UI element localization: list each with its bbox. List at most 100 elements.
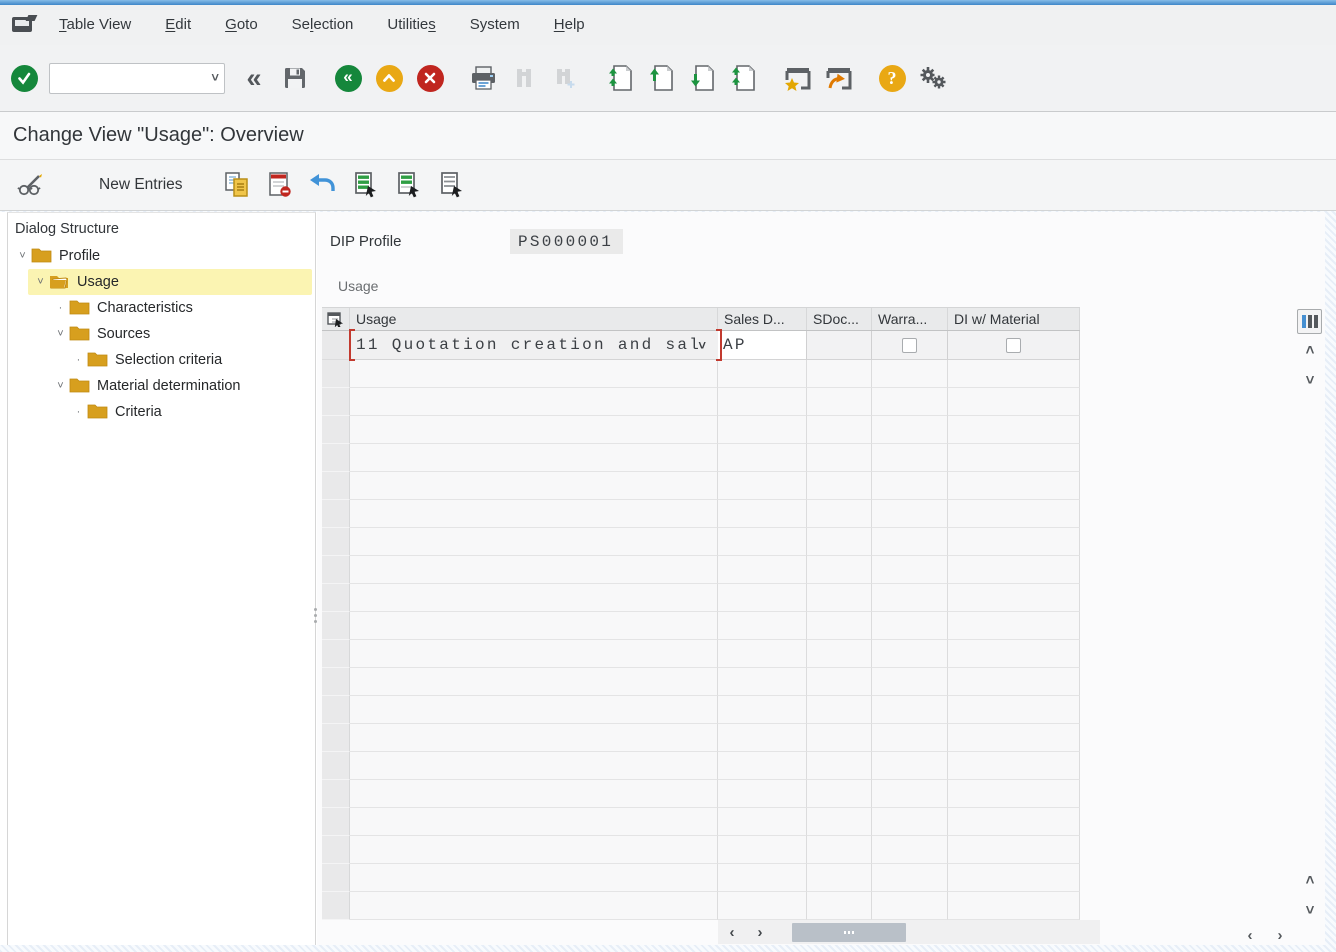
expander-chevron-icon[interactable]: ˅	[52, 380, 69, 392]
row-selector-cell[interactable]	[322, 331, 350, 360]
cancel-icon[interactable]	[414, 62, 446, 94]
tree-item-material-determination[interactable]: ˅Material determination	[8, 373, 315, 399]
menu-item-table-view[interactable]: Table View	[42, 16, 148, 33]
row-selector-cell[interactable]	[322, 388, 350, 416]
customize-icon[interactable]	[917, 62, 949, 94]
row-selector-cell[interactable]	[322, 668, 350, 696]
row-selector-cell[interactable]	[322, 640, 350, 668]
select-block-icon[interactable]	[394, 170, 424, 200]
page-down-icon[interactable]	[686, 62, 718, 94]
empty-cell	[872, 444, 948, 472]
row-selector-cell[interactable]	[322, 528, 350, 556]
col-header-usage[interactable]: Usage	[350, 308, 718, 330]
find-icon[interactable]	[508, 62, 540, 94]
deselect-all-icon[interactable]	[437, 170, 467, 200]
panel-scroll-down-icon[interactable]: ˅	[1299, 899, 1321, 921]
row-selector-cell[interactable]	[322, 808, 350, 836]
new-entries-button[interactable]: New Entries	[99, 176, 183, 194]
expander-chevron-icon[interactable]: ˅	[52, 328, 69, 340]
display-change-icon[interactable]	[16, 170, 46, 200]
empty-cell	[872, 836, 948, 864]
expander-chevron-icon[interactable]: ˅	[14, 250, 31, 262]
panel-scroll-left-icon[interactable]: ‹	[1239, 924, 1261, 946]
row-selector-cell[interactable]	[322, 836, 350, 864]
row-selector-cell[interactable]	[322, 360, 350, 388]
di-w-material-checkbox[interactable]	[1006, 338, 1021, 353]
page-up-icon[interactable]	[645, 62, 677, 94]
row-selector-cell[interactable]	[322, 696, 350, 724]
folder-icon	[69, 324, 97, 345]
menu-item-selection[interactable]: Selection	[275, 16, 371, 33]
scroll-right-icon[interactable]: ›	[746, 924, 774, 941]
empty-cell	[350, 724, 718, 752]
row-selector-cell[interactable]	[322, 612, 350, 640]
empty-cell	[872, 556, 948, 584]
chevron-down-icon[interactable]: ˅	[698, 338, 706, 353]
delete-row-icon[interactable]	[265, 170, 295, 200]
table-scroll-down-icon[interactable]: ˅	[1299, 369, 1321, 391]
exit-icon[interactable]	[373, 62, 405, 94]
copy-entries-icon[interactable]	[222, 170, 252, 200]
usage-dropdown-cell[interactable]: 11 Quotation creation and sal ˅	[350, 331, 718, 360]
back-icon[interactable]: «	[332, 62, 364, 94]
scroll-left-icon[interactable]: ‹	[718, 924, 746, 941]
menu-item-system[interactable]: System	[453, 16, 537, 33]
col-header-sales-d[interactable]: Sales D...	[718, 308, 807, 330]
panel-scroll-up-icon[interactable]: ˄	[1299, 869, 1321, 891]
row-selector-cell[interactable]	[322, 864, 350, 892]
folder-icon	[87, 350, 115, 371]
expander-chevron-icon[interactable]: ˅	[32, 276, 49, 288]
menu-item-edit[interactable]: Edit	[148, 16, 208, 33]
last-page-icon[interactable]	[727, 62, 759, 94]
new-session-icon[interactable]	[782, 62, 814, 94]
row-selector-cell[interactable]	[322, 472, 350, 500]
find-next-icon[interactable]	[549, 62, 581, 94]
row-selector-cell[interactable]	[322, 416, 350, 444]
tree-item-sources[interactable]: ˅Sources	[8, 321, 315, 347]
empty-cell	[872, 864, 948, 892]
first-page-icon[interactable]	[604, 62, 636, 94]
select-all-rows-icon[interactable]	[322, 308, 350, 330]
tree-item-profile[interactable]: ˅Profile	[8, 243, 315, 269]
table-scroll-up-icon[interactable]: ˄	[1299, 339, 1321, 361]
tree-item-criteria[interactable]: ·Criteria	[8, 399, 315, 425]
table-configuration-icon[interactable]	[1297, 309, 1322, 334]
menu-item-utilities[interactable]: Utilities	[370, 16, 452, 33]
row-selector-cell[interactable]	[322, 724, 350, 752]
panel-scroll-right-icon[interactable]: ›	[1269, 924, 1291, 946]
empty-cell	[948, 668, 1080, 696]
row-selector-cell[interactable]	[322, 444, 350, 472]
collapse-icon[interactable]: «	[238, 62, 270, 94]
col-header-di-w-material[interactable]: DI w/ Material	[948, 308, 1080, 330]
warranty-checkbox[interactable]	[902, 338, 917, 353]
col-header-sdoc[interactable]: SDoc...	[807, 308, 872, 330]
create-shortcut-icon[interactable]	[823, 62, 855, 94]
sap-session-icon[interactable]	[12, 15, 36, 35]
row-selector-cell[interactable]	[322, 752, 350, 780]
row-selector-cell[interactable]	[322, 780, 350, 808]
horizontal-scroll-thumb[interactable]	[792, 923, 906, 942]
usage-overview-panel: DIP Profile PS000001 Usage UsageSales D.…	[317, 212, 1325, 945]
print-icon[interactable]	[467, 62, 499, 94]
tree-item-characteristics[interactable]: ·Characteristics	[8, 295, 315, 321]
help-icon[interactable]: ?	[876, 62, 908, 94]
empty-table-row	[322, 360, 1080, 388]
row-selector-cell[interactable]	[322, 584, 350, 612]
tree-item-selection-criteria[interactable]: ·Selection criteria	[8, 347, 315, 373]
row-selector-cell[interactable]	[322, 892, 350, 920]
row-selector-cell[interactable]	[322, 556, 350, 584]
undo-icon[interactable]	[308, 170, 338, 200]
save-icon[interactable]	[279, 62, 311, 94]
row-selector-cell[interactable]	[322, 500, 350, 528]
tree-item-usage[interactable]: ˅Usage	[8, 269, 315, 295]
col-header-warra[interactable]: Warra...	[872, 308, 948, 330]
menu-item-goto[interactable]: Goto	[208, 16, 275, 33]
enter-icon[interactable]	[8, 62, 40, 94]
sales-doc-type-cell[interactable]: AP	[718, 331, 807, 360]
sdoc-cell[interactable]	[807, 331, 872, 360]
select-all-icon[interactable]	[351, 170, 381, 200]
empty-cell	[872, 584, 948, 612]
chevron-down-icon[interactable]: ˅	[211, 70, 219, 85]
menu-item-help[interactable]: Help	[537, 16, 602, 33]
command-field[interactable]	[49, 63, 225, 94]
